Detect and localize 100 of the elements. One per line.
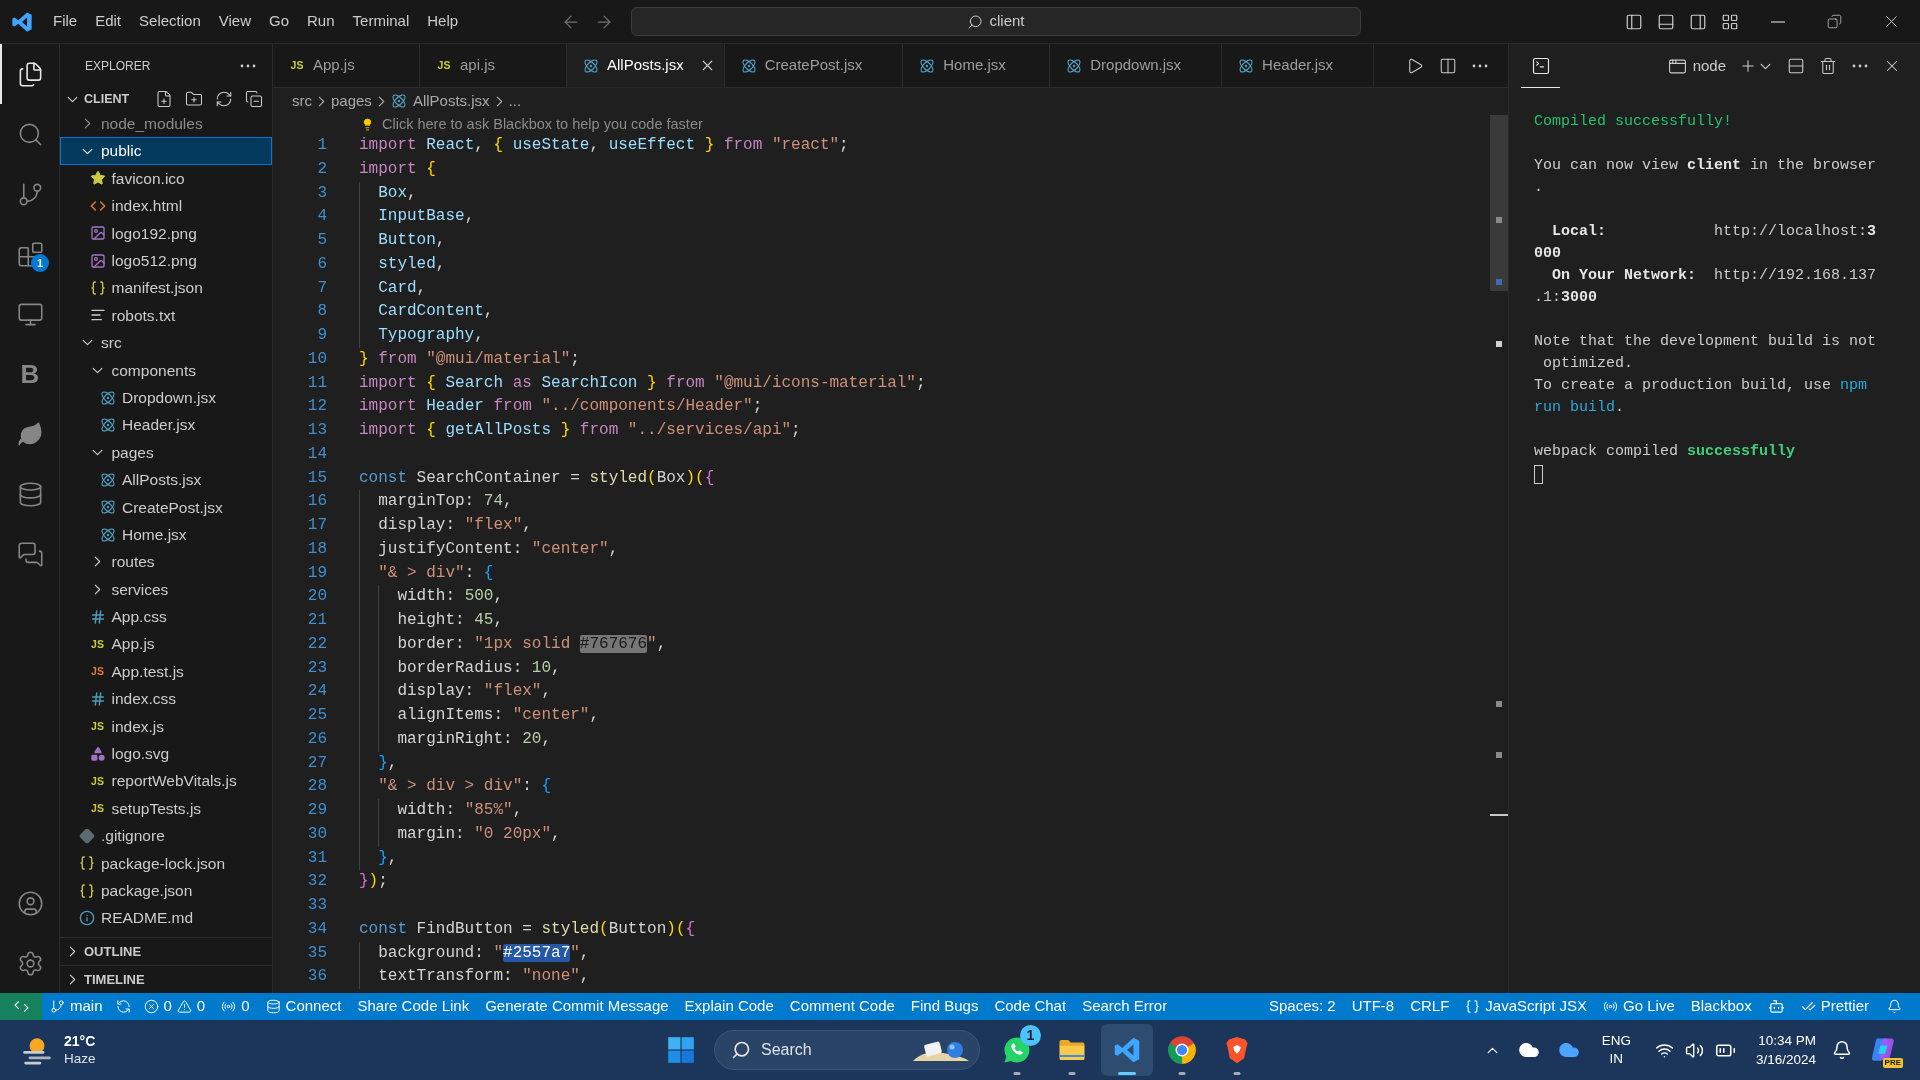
breadcrumb-item[interactable]: AllPosts.jsx xyxy=(390,89,490,113)
taskbar-app[interactable] xyxy=(1101,1024,1153,1076)
menu-item[interactable]: Help xyxy=(418,6,468,37)
branch-status[interactable]: main xyxy=(42,993,111,1020)
tree-item[interactable]: src xyxy=(60,329,272,357)
status-bar-item[interactable]: Share Code Link xyxy=(349,993,478,1020)
ports-status[interactable]: 0 xyxy=(213,993,258,1020)
tree-item[interactable]: CreatePost.jsx xyxy=(60,493,272,521)
tree-item[interactable]: .gitignore xyxy=(60,822,272,850)
more-icon[interactable] xyxy=(1852,64,1868,68)
leaf-icon[interactable] xyxy=(16,420,44,448)
more-icon[interactable] xyxy=(1472,63,1488,68)
section-header[interactable]: CLIENT xyxy=(60,88,130,110)
tree-item[interactable]: App.css xyxy=(60,603,272,631)
tree-item[interactable]: favicon.ico xyxy=(60,164,272,193)
status-bar-item[interactable]: Search Error xyxy=(1074,993,1176,1020)
tree-item[interactable]: node_modules xyxy=(60,110,272,138)
minimize-icon[interactable] xyxy=(1770,20,1785,23)
status-bar-item[interactable]: Generate Commit Message xyxy=(477,993,677,1020)
chat-icon[interactable] xyxy=(16,540,44,568)
tree-item[interactable]: AllPosts.jsx xyxy=(60,466,272,494)
robot-icon[interactable] xyxy=(1767,998,1785,1015)
refresh-icon[interactable] xyxy=(215,90,233,108)
breadcrumb-item[interactable]: src xyxy=(292,89,312,113)
status-bar-item[interactable]: Explain Code xyxy=(676,993,782,1020)
layout-icon[interactable] xyxy=(1721,12,1739,31)
search-field[interactable]: Search xyxy=(714,1030,980,1070)
new-file-icon[interactable] xyxy=(155,90,173,108)
tree-item[interactable]: index.html xyxy=(60,192,272,220)
tree-item[interactable]: components xyxy=(60,356,272,384)
tree-item[interactable]: logo.svg xyxy=(60,740,272,768)
menu-item[interactable]: Edit xyxy=(86,6,131,37)
problems-status[interactable]: 0 0 xyxy=(135,993,214,1020)
more-icon[interactable] xyxy=(240,64,256,68)
tree-item[interactable]: JS setupTests.js xyxy=(60,794,272,823)
status-bar-item[interactable]: Comment Code xyxy=(781,993,903,1020)
command-center[interactable]: client xyxy=(631,7,1361,36)
hint-link[interactable]: Click here to ask Blackbox to help you code faster xyxy=(361,116,703,132)
taskbar-app[interactable]: 1 xyxy=(991,1024,1043,1076)
tree-item[interactable]: package.json xyxy=(60,876,272,905)
sync-icon[interactable] xyxy=(115,999,131,1014)
breadcrumb-item[interactable]: ... xyxy=(508,89,522,113)
tree-item[interactable]: logo512.png xyxy=(60,246,272,275)
tree-item[interactable]: package-lock.json xyxy=(60,849,272,877)
tree-item[interactable]: JS App.test.js xyxy=(60,657,272,686)
run-icon[interactable] xyxy=(1406,56,1424,75)
tree-item[interactable]: Dropdown.jsx xyxy=(60,383,272,412)
status-bar-item[interactable]: Code Chat xyxy=(986,993,1075,1020)
tree-item[interactable]: manifest.json xyxy=(60,274,272,302)
status-bar-item[interactable]: UTF-8 xyxy=(1343,993,1403,1020)
panel-toggle-icon[interactable] xyxy=(1657,12,1675,31)
status-bar-item[interactable]: Find Bugs xyxy=(902,993,987,1020)
split-terminal-icon[interactable] xyxy=(1787,57,1805,75)
weather-widget[interactable]: 21°C Haze xyxy=(20,1032,96,1068)
tree-item[interactable]: JS reportWebVitals.js xyxy=(60,767,272,795)
trash-icon[interactable] xyxy=(1819,57,1837,75)
menu-item[interactable]: View xyxy=(209,6,260,37)
menu-item[interactable]: Go xyxy=(260,6,298,37)
tree-item[interactable]: routes xyxy=(60,548,272,576)
tree-item[interactable]: JS index.js xyxy=(60,712,272,740)
menu-item[interactable]: File xyxy=(44,6,87,37)
restore-icon[interactable] xyxy=(1827,14,1842,29)
status-bar-item[interactable]: Prettier xyxy=(1792,993,1877,1020)
tree-item[interactable]: Header.jsx xyxy=(60,411,272,439)
tree-item[interactable]: JS App.js xyxy=(60,630,272,658)
chevron-up-icon[interactable] xyxy=(1486,1046,1498,1054)
status-bar-item[interactable]: Spaces: 2 xyxy=(1260,993,1344,1020)
new-folder-icon[interactable] xyxy=(185,90,203,108)
letter-icon[interactable]: B xyxy=(20,361,40,387)
chevron-down-icon[interactable] xyxy=(1760,62,1771,70)
status-bar-item[interactable]: Connect xyxy=(257,993,350,1020)
tree-item[interactable]: logo192.png xyxy=(60,219,272,247)
tree-item[interactable]: pages xyxy=(60,438,272,467)
clock[interactable]: 10:34 PM 3/16/2024 xyxy=(1755,1031,1816,1069)
extensions-icon[interactable] xyxy=(16,240,44,268)
collapse-all-icon[interactable] xyxy=(245,90,263,108)
status-bar-item[interactable]: Go Live xyxy=(1595,993,1683,1020)
language-mode[interactable]: JavaScript JSX xyxy=(1457,993,1596,1020)
tree-item[interactable]: README.md xyxy=(60,904,272,932)
menu-item[interactable]: Run xyxy=(298,6,344,37)
language-indicator[interactable]: ENG IN xyxy=(1601,1032,1631,1068)
menu-item[interactable]: Terminal xyxy=(343,6,419,37)
plus-icon[interactable] xyxy=(1739,57,1757,75)
breadcrumb-item[interactable]: pages xyxy=(331,89,372,113)
status-bar-item[interactable]: CRLF xyxy=(1402,993,1458,1020)
menu-item[interactable]: Selection xyxy=(130,6,210,37)
tree-item[interactable]: public xyxy=(60,137,272,165)
bell-icon[interactable] xyxy=(1832,1040,1852,1060)
tree-item[interactable]: Home.jsx xyxy=(60,520,272,549)
secondary-sidebar-toggle-icon[interactable] xyxy=(1689,12,1707,31)
editor-tab[interactable]: AllPosts.jsx xyxy=(567,44,725,87)
account-icon[interactable] xyxy=(16,889,44,917)
tree-item[interactable]: robots.txt xyxy=(60,301,272,330)
status-bar-item[interactable]: Blackbox xyxy=(1682,993,1760,1020)
tree-item[interactable]: services xyxy=(60,575,272,604)
split-editor-icon[interactable] xyxy=(1439,56,1457,75)
section-header[interactable]: OUTLINE xyxy=(60,937,272,965)
sidebar-toggle-icon[interactable] xyxy=(1625,12,1643,31)
tree-item[interactable]: index.css xyxy=(60,685,272,713)
terminal-profile[interactable]: node xyxy=(1667,54,1726,78)
